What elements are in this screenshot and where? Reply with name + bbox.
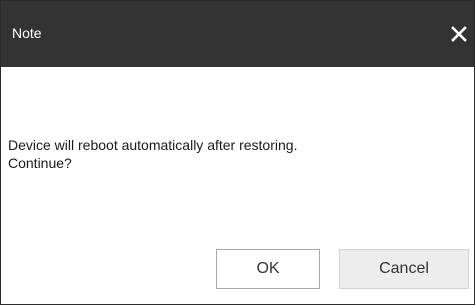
close-icon: [451, 26, 467, 42]
message-line-1: Device will reboot automatically after r…: [8, 137, 298, 153]
note-dialog: Note Device will reboot automatically af…: [0, 0, 475, 305]
close-button[interactable]: [448, 23, 470, 45]
cancel-button[interactable]: Cancel: [339, 249, 469, 289]
ok-button[interactable]: OK: [216, 249, 320, 289]
dialog-message: Device will reboot automatically after r…: [8, 136, 448, 172]
dialog-title: Note: [12, 25, 42, 41]
dialog-body: Device will reboot automatically after r…: [1, 67, 474, 304]
dialog-titlebar: Note: [1, 1, 474, 67]
message-line-2: Continue?: [8, 155, 72, 171]
